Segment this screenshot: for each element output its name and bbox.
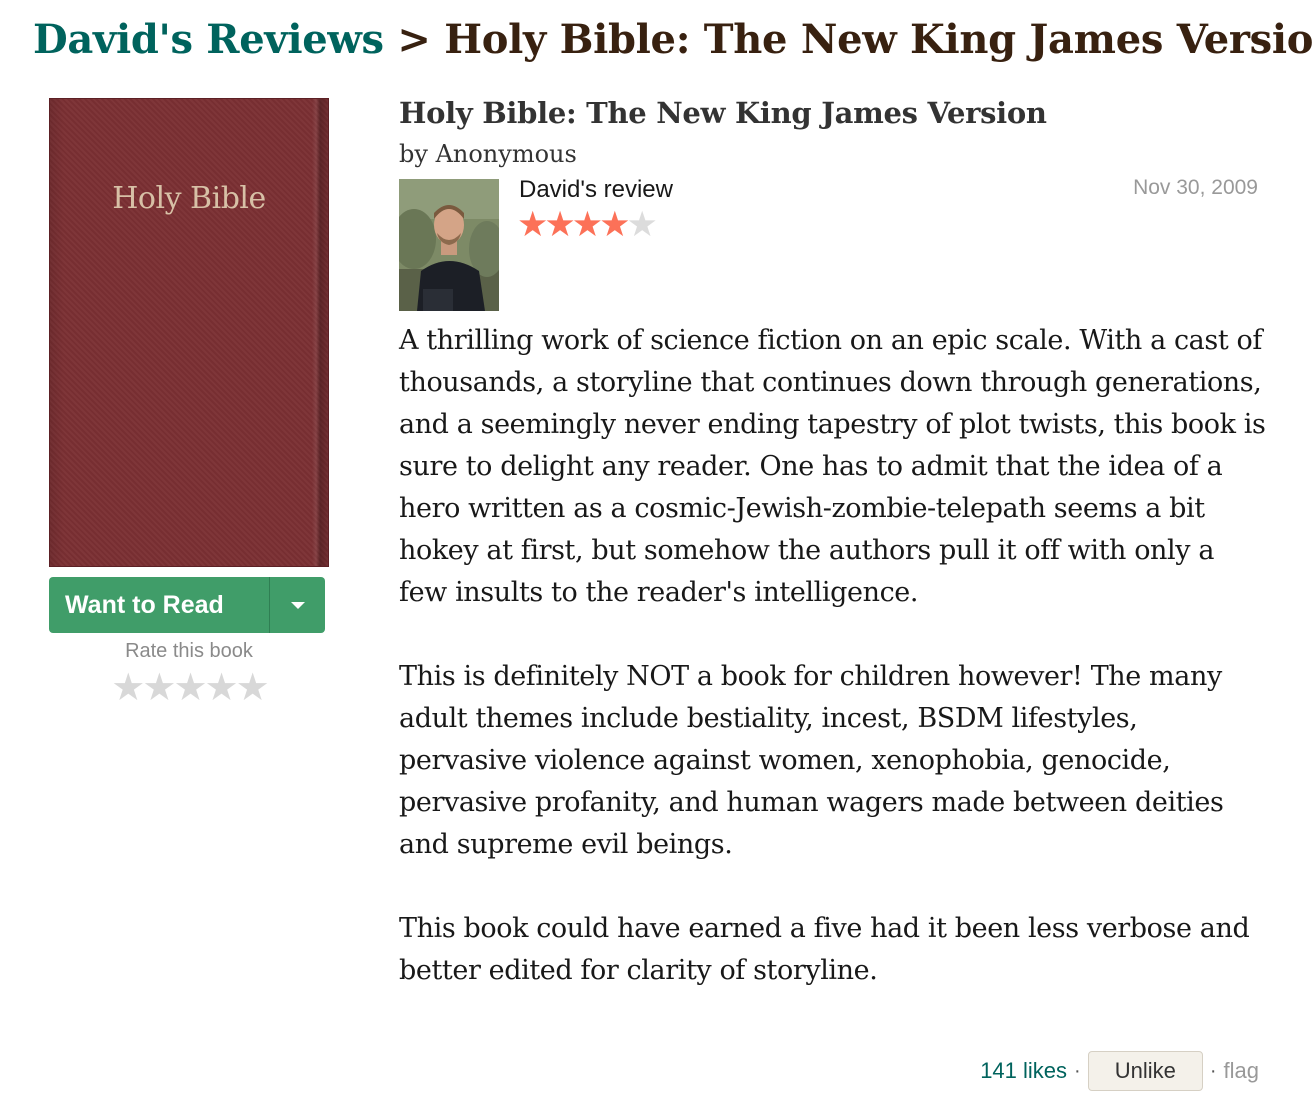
- rate-star-2[interactable]: ★: [142, 665, 176, 709]
- rate-star-1[interactable]: ★: [111, 665, 145, 709]
- want-to-read-button[interactable]: Want to Read: [49, 577, 270, 633]
- review-header: David's review: [519, 176, 673, 204]
- reviewer-name-link[interactable]: David: [519, 176, 580, 203]
- flag-link[interactable]: flag: [1224, 1058, 1259, 1084]
- unlike-button[interactable]: Unlike: [1087, 1051, 1203, 1091]
- shelf-dropdown-button[interactable]: [270, 577, 325, 633]
- review-paragraph: This book could have earned a five had i…: [399, 913, 1250, 986]
- chevron-down-icon: [290, 601, 305, 609]
- review-date[interactable]: Nov 30, 2009: [1133, 176, 1258, 200]
- book-title[interactable]: Holy Bible: The New King James Version: [399, 96, 1047, 130]
- breadcrumb-parent-link[interactable]: David's Reviews: [33, 16, 384, 63]
- reviewer-photo: [399, 179, 499, 311]
- book-cover[interactable]: Holy Bible: [49, 98, 329, 567]
- review-paragraph: This is definitely NOT a book for childr…: [399, 661, 1224, 860]
- want-to-read-button-group: Want to Read: [49, 577, 325, 633]
- rate-this-book-label: Rate this book: [125, 640, 253, 662]
- rate-star-5[interactable]: ★: [236, 665, 270, 709]
- review-paragraph: A thrilling work of science fiction on a…: [399, 325, 1266, 608]
- breadcrumb-current: Holy Bible: The New King James Version: [444, 16, 1312, 63]
- by-prefix: by: [399, 140, 428, 168]
- footer-separator: ·: [1074, 1059, 1081, 1082]
- cover-title-text: Holy Bible: [112, 181, 266, 216]
- rate-star-3[interactable]: ★: [173, 665, 207, 709]
- footer-separator: ·: [1209, 1059, 1217, 1082]
- empty-star-icon: ★: [626, 205, 658, 245]
- book-byline: by Anonymous: [399, 140, 577, 168]
- breadcrumb: David's Reviews > Holy Bible: The New Ki…: [33, 14, 1312, 66]
- review-footer: 141 likes · Unlike · flag: [980, 1051, 1259, 1091]
- rate-stars: ★★★★★: [49, 666, 329, 708]
- filled-stars-icon: ★★★★: [517, 205, 630, 245]
- reviewer-avatar[interactable]: [399, 179, 499, 311]
- likes-count-link[interactable]: 141 likes: [980, 1058, 1067, 1084]
- rate-star-4[interactable]: ★: [205, 665, 239, 709]
- review-label-suffix: 's review: [580, 176, 673, 203]
- review-rating-stars: ★★★★★: [517, 205, 658, 245]
- author-link[interactable]: Anonymous: [436, 140, 577, 168]
- breadcrumb-separator: >: [397, 16, 431, 63]
- review-body: A thrilling work of science fiction on a…: [399, 320, 1269, 992]
